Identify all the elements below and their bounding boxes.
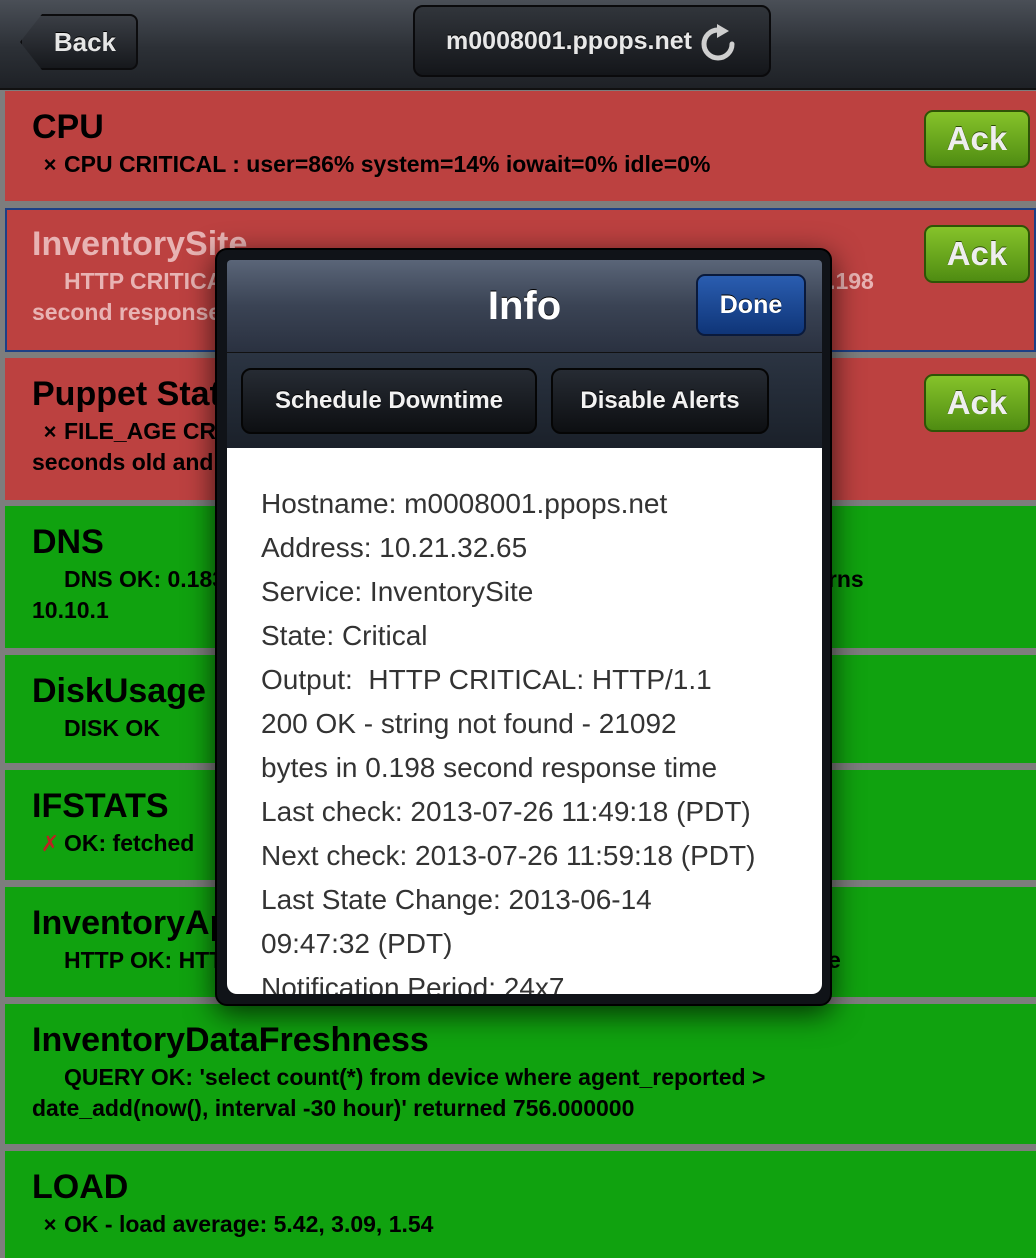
host-label: m0008001.ppops.net [446,26,692,55]
service-name: CPU [32,108,104,146]
info-notification-period: Notification Period: 24x7 [261,972,565,994]
info-state: State: Critical [261,620,428,651]
schedule-downtime-button[interactable]: Schedule Downtime [241,368,537,434]
info-hostname: Hostname: m0008001.ppops.net [261,488,668,519]
service-output-text: OK - load average: 5.42, 3.09, 1.54 [64,1211,434,1237]
host-refresh-button[interactable]: m0008001.ppops.net [413,5,771,77]
disable-alerts-button[interactable]: Disable Alerts [551,368,769,434]
navigation-bar: Back m0008001.ppops.net [0,0,1036,90]
service-output: QUERY OK: 'select count(*) from device w… [32,1062,1008,1124]
info-last-state-change: Last State Change: 2013-06-14 [261,884,652,915]
info-last-check: Last check: 2013-07-26 11:49:18 (PDT) [261,796,751,827]
refresh-icon [701,24,735,61]
x-mark-icon: × [43,1212,57,1237]
x-mark-icon: × [43,152,57,177]
service-name: InventoryDataFreshness [32,1021,429,1059]
info-last-state-change-cont: 09:47:32 (PDT) [261,928,453,959]
info-address: Address: 10.21.32.65 [261,532,528,563]
service-output-text: OK: fetched [64,830,195,856]
info-output-cont: bytes in 0.198 second response time [261,752,718,783]
service-name: LOAD [32,1168,129,1206]
service-output-text: QUERY OK: 'select count(*) from device w… [32,1064,766,1121]
back-button[interactable]: Back [20,14,138,70]
popover-toolbar: Schedule Downtime Disable Alerts [227,352,822,449]
info-text: Hostname: m0008001.ppops.net Address: 10… [261,482,801,994]
info-popover: Info Done Schedule Downtime Disable Aler… [215,248,832,1006]
info-service: Service: InventorySite [261,576,534,607]
back-button-label: Back [53,26,116,57]
service-output: × CPU CRITICAL : user=86% system=14% iowa… [32,149,1008,180]
service-output: × OK - load average: 5.42, 3.09, 1.54 [32,1209,1008,1240]
warning-mark-icon: ✗ [40,831,60,856]
service-output-text: CPU CRITICAL : user=86% system=14% iowai… [64,151,711,177]
ack-button[interactable]: Ack [924,374,1030,432]
info-output-cont: 200 OK - string not found - 21092 [261,708,677,739]
info-output: Output: HTTP CRITICAL: HTTP/1.1 [261,664,712,695]
service-row-cpu[interactable]: CPU × CPU CRITICAL : user=86% system=14% … [5,91,1036,201]
service-output-text: DISK OK [64,715,160,741]
x-mark-icon: × [43,419,57,444]
service-row-inventorydatafreshness[interactable]: InventoryDataFreshness QUERY OK: 'select… [5,1004,1036,1144]
service-row-load[interactable]: LOAD × OK - load average: 5.42, 3.09, 1.5… [5,1151,1036,1258]
info-next-check: Next check: 2013-07-26 11:59:18 (PDT) [261,840,756,871]
ack-button[interactable]: Ack [924,110,1030,168]
popover-header: Info Done [227,260,822,352]
info-details[interactable]: Hostname: m0008001.ppops.net Address: 10… [227,448,822,994]
done-button[interactable]: Done [696,274,806,336]
ack-button[interactable]: Ack [924,225,1030,283]
